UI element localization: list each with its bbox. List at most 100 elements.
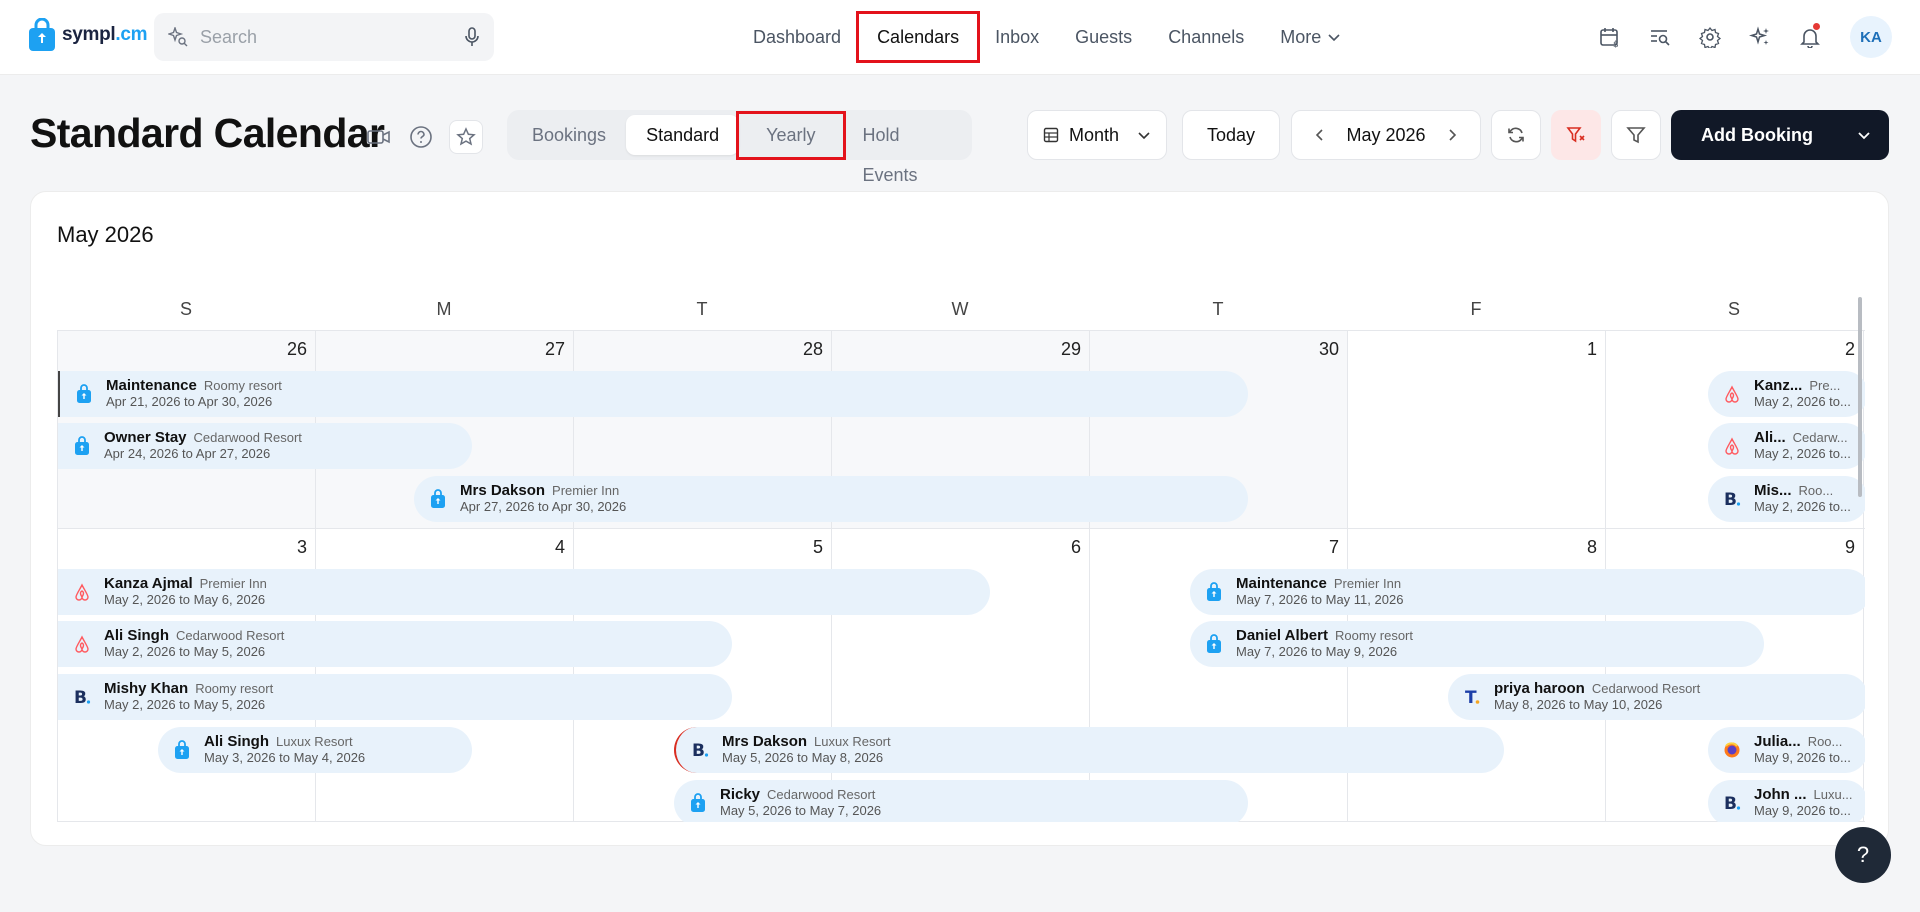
- filter-clear-icon: [1566, 127, 1585, 143]
- booking-event[interactable]: Mrs Dakson Premier Inn Apr 27, 2026 to Apr…: [414, 476, 1248, 522]
- booking-event[interactable]: Kanz... Pre... May 2, 2026 to...: [1708, 371, 1865, 417]
- microphone-icon[interactable]: [464, 27, 480, 47]
- nav-calendars[interactable]: Calendars: [856, 11, 981, 63]
- day-number: 1: [1586, 339, 1597, 359]
- booking-event[interactable]: B John ... Luxu... May 9, 2026 to...: [1708, 780, 1865, 822]
- booking-property: Luxux Resort: [814, 734, 891, 749]
- app-logo[interactable]: sympl.cm: [28, 18, 148, 52]
- search-list-icon[interactable]: [1644, 16, 1676, 58]
- video-icon[interactable]: [365, 123, 393, 151]
- booking-event[interactable]: Daniel Albert Roomy resort May 7, 2026 to …: [1190, 621, 1764, 667]
- booking-event[interactable]: Maintenance Premier Inn May 7, 2026 to May…: [1190, 569, 1865, 615]
- booking-event[interactable]: B Mishy Khan Roomy resort May 2, 2026 to Ma…: [58, 674, 732, 720]
- booking-property: Roo...: [1798, 483, 1834, 498]
- booking-property: Premier Inn: [552, 483, 620, 498]
- filter-button[interactable]: [1611, 110, 1661, 160]
- booking-property: Cedarwood Resort: [767, 787, 876, 802]
- weekday-label: S: [1727, 299, 1740, 319]
- booking-event[interactable]: Ricky Cedarwood Resort May 5, 2026 to May …: [674, 780, 1248, 822]
- booking-event[interactable]: Kanza Ajmal Premier Inn May 2, 2026 to May…: [58, 569, 990, 615]
- add-booking-dropdown[interactable]: [1839, 110, 1889, 160]
- user-avatar[interactable]: KA: [1850, 16, 1892, 58]
- title-actions: [365, 120, 483, 154]
- booking-dates: May 2, 2026 to May 5, 2026: [104, 644, 266, 659]
- booking-event[interactable]: B Mis... Roo... May 2, 2026 to...: [1708, 476, 1865, 522]
- chevron-right-icon[interactable]: [1446, 128, 1458, 142]
- day-number: 2: [1844, 339, 1855, 359]
- nav-guests[interactable]: Guests: [1057, 14, 1150, 60]
- weekday-label: S: [179, 299, 192, 319]
- nav-channels[interactable]: Channels: [1150, 14, 1262, 60]
- ai-sparkles-icon[interactable]: [1744, 16, 1776, 58]
- calendar-dollar-icon[interactable]: $: [1594, 16, 1626, 58]
- weekday-label: M: [436, 299, 452, 319]
- calendar-scrollbar[interactable]: [1858, 297, 1862, 497]
- booking-property: Roo...: [1807, 734, 1843, 749]
- help-circle-icon[interactable]: [407, 123, 435, 151]
- nav-dashboard[interactable]: Dashboard: [735, 14, 859, 60]
- booking-event-text: Kanz... Pre... May 2, 2026 to...: [1754, 378, 1851, 410]
- favorite-button[interactable]: [449, 120, 483, 154]
- month-navigator: May 2026: [1291, 110, 1481, 160]
- booking-event[interactable]: Ali Singh Cedarwood Resort May 2, 2026 to …: [58, 621, 732, 667]
- booking-property: Premier Inn: [199, 576, 267, 591]
- view-mode-select[interactable]: Month: [1027, 110, 1167, 160]
- firefox-source-icon: [1718, 736, 1746, 764]
- calendar-day-cell[interactable]: 1: [1348, 331, 1606, 528]
- booking-event-text: Ricky Cedarwood Resort May 5, 2026 to May …: [720, 787, 881, 819]
- tab-standard[interactable]: Standard: [626, 115, 740, 155]
- calendar-weeks: 26 27 28 29 30 1 2 Maintenance Roomy resort Apr 2…: [57, 330, 1865, 822]
- tab-bookings[interactable]: Bookings: [512, 115, 626, 155]
- booking-guest-name: Ali Singh: [104, 627, 169, 644]
- chevron-down-icon: [1138, 132, 1150, 140]
- clear-filters-button[interactable]: [1551, 110, 1601, 160]
- nav-more[interactable]: More: [1262, 14, 1359, 60]
- booking-dates: Apr 21, 2026 to Apr 30, 2026: [106, 394, 273, 409]
- settings-gear-icon[interactable]: [1694, 16, 1726, 58]
- booking-dates: May 2, 2026 to May 5, 2026: [104, 697, 266, 712]
- booking-property: Luxux Resort: [276, 734, 353, 749]
- booking-property: Cedarwood Resort: [193, 430, 302, 445]
- sympl-source-icon: [70, 380, 98, 408]
- booking-event[interactable]: Owner Stay Cedarwood Resort Apr 24, 2026 t…: [58, 423, 472, 469]
- nav-inbox[interactable]: Inbox: [977, 14, 1057, 60]
- booking-guest-name: Mrs Dakson: [722, 733, 808, 750]
- search-input[interactable]: Search: [200, 27, 464, 48]
- booking-source-icon: B: [1718, 485, 1746, 513]
- booking-guest-name: Mrs Dakson: [460, 482, 546, 499]
- booking-event-text: Maintenance Premier Inn May 7, 2026 to May…: [1236, 576, 1403, 608]
- nav-more-label: More: [1280, 27, 1322, 47]
- help-button[interactable]: ?: [1835, 827, 1891, 883]
- tab-yearly[interactable]: Yearly: [736, 110, 846, 160]
- booking-event[interactable]: Ali Singh Luxux Resort May 3, 2026 to May …: [158, 727, 472, 773]
- booking-event-text: Kanza Ajmal Premier Inn May 2, 2026 to May…: [104, 576, 267, 608]
- weekday-header: S M T W T F S: [57, 292, 1865, 332]
- day-number: 29: [1060, 339, 1081, 359]
- today-button[interactable]: Today: [1182, 110, 1280, 160]
- booking-property: Premier Inn: [1333, 576, 1402, 591]
- booking-event[interactable]: B Mrs Dakson Luxux Resort May 5, 2026 to Ma…: [674, 727, 1504, 773]
- notifications-bell-icon[interactable]: [1794, 16, 1826, 58]
- booking-event-text: Julia... Roo... May 9, 2026 to...: [1754, 734, 1851, 766]
- search-bar[interactable]: Search: [154, 13, 494, 61]
- booking-event[interactable]: Ali... Cedarw... May 2, 2026 to...: [1708, 423, 1865, 469]
- chevron-left-icon[interactable]: [1314, 128, 1326, 142]
- booking-guest-name: Maintenance: [1236, 575, 1327, 592]
- page-title: Standard Calendar: [30, 110, 385, 156]
- booking-dates: May 8, 2026 to May 10, 2026: [1494, 697, 1663, 712]
- booking-event[interactable]: Tpriya haroon Cedarwood Resort May 8, 2026…: [1448, 674, 1865, 720]
- booking-dates: May 2, 2026 to...: [1754, 499, 1851, 514]
- main-nav: Dashboard Calendars Inbox Guests Channel…: [735, 11, 1359, 63]
- booking-event[interactable]: Julia... Roo... May 9, 2026 to...: [1708, 727, 1865, 773]
- booking-dates: May 2, 2026 to...: [1754, 394, 1851, 409]
- refresh-button[interactable]: [1491, 110, 1541, 160]
- view-mode-label: Month: [1068, 124, 1120, 145]
- refresh-icon: [1508, 127, 1524, 143]
- booking-dates: May 5, 2026 to May 8, 2026: [722, 750, 884, 765]
- booking-guest-name: Maintenance: [106, 377, 197, 394]
- booking-event-text: Mishy Khan Roomy resort May 2, 2026 to May…: [104, 681, 273, 713]
- booking-event[interactable]: Maintenance Roomy resort Apr 21, 2026 to A…: [58, 371, 1248, 417]
- booking-property: Cedarw...: [1792, 430, 1848, 445]
- add-booking-button[interactable]: Add Booking: [1671, 110, 1889, 160]
- tab-hold-events[interactable]: Hold Events: [843, 115, 968, 185]
